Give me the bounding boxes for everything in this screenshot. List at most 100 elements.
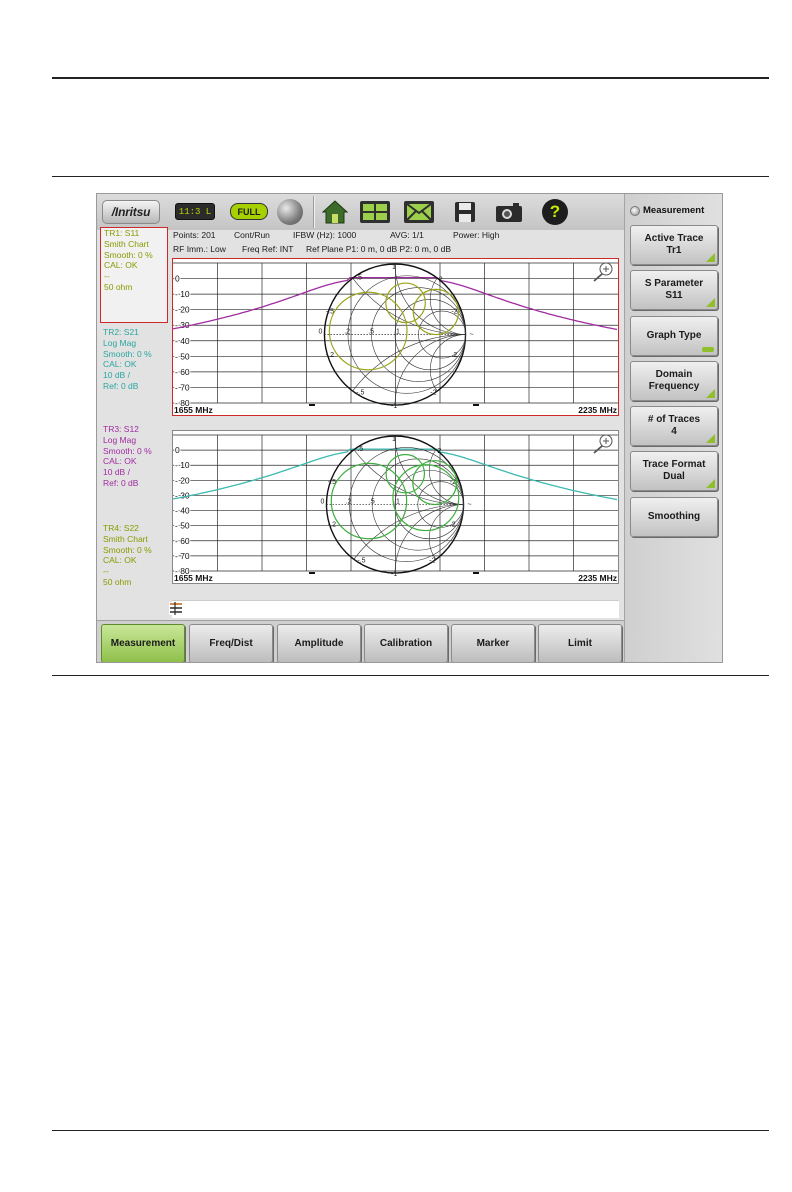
camera-icon[interactable] xyxy=(493,198,525,226)
y-tick-label: - 40 xyxy=(175,506,190,516)
trace-2-format: Log Mag xyxy=(103,337,137,348)
tab-limit[interactable]: Limit xyxy=(538,624,622,662)
layout-icon[interactable] xyxy=(359,198,391,226)
graph-bottom-stop-freq: 2235 MHz xyxy=(578,573,617,583)
trace-3-name: TR3: S12 xyxy=(103,424,139,434)
help-icon[interactable]: ? xyxy=(542,199,568,225)
smith-label: -2 xyxy=(451,308,457,315)
trace-3-scale: 10 dB / xyxy=(103,467,130,478)
y-tick-label: - 60 xyxy=(175,367,190,377)
trace-4-info[interactable]: TR4: S22 Smith Chart Smooth: 0 % CAL: OK… xyxy=(100,523,168,588)
domain-value: Frequency xyxy=(648,381,700,392)
trace-3-info[interactable]: TR3: S12 Log Mag Smooth: 0 % CAL: OK 10 … xyxy=(100,424,168,489)
submenu-corner-icon xyxy=(706,389,715,398)
trace-1-name: TR1: S11 xyxy=(104,228,140,238)
trace-4-name: TR4: S22 xyxy=(103,523,139,533)
menu-title-label: Measurement xyxy=(643,205,705,216)
trace-1-smooth: Smooth: 0 % xyxy=(104,249,153,260)
smith-label: 1 xyxy=(396,499,400,506)
x-axis-tick xyxy=(473,572,479,574)
smith-label: ~ xyxy=(470,332,474,339)
number-of-traces-button[interactable]: # of Traces 4 xyxy=(630,406,718,446)
smith-label: -2 xyxy=(430,390,436,397)
trace-2-ref: Ref: 0 dB xyxy=(103,380,139,391)
trace-format-button[interactable]: Trace Format Dual xyxy=(630,451,718,491)
trace-2-name: TR2: S21 xyxy=(103,327,139,337)
section-rule-bottom xyxy=(52,675,769,676)
trace-3-cal: CAL: OK xyxy=(103,456,137,467)
smith-reactance-arc xyxy=(428,504,464,574)
smoothing-button[interactable]: Smoothing xyxy=(630,497,718,537)
gps-icon[interactable] xyxy=(277,199,303,225)
y-tick-label: - 70 xyxy=(175,551,190,561)
trace-3-format: Log Mag xyxy=(103,434,137,445)
trace-1-scale: -- xyxy=(104,271,110,282)
smith-trace-loop xyxy=(385,282,426,324)
graph-bottom-start-freq: 1655 MHz xyxy=(174,573,213,583)
number-of-traces-value: 4 xyxy=(671,426,677,437)
trace-4-scale: -- xyxy=(103,566,109,577)
graph-info-strip xyxy=(172,600,619,618)
tab-measurement[interactable]: Measurement xyxy=(101,624,185,662)
y-tick-label: - 60 xyxy=(175,536,190,546)
smith-label-top: 1 xyxy=(392,264,396,271)
y-tick-label: 0 xyxy=(175,274,180,284)
smith-label: -.5 xyxy=(357,558,365,565)
instrument-screen: /Inritsu 11:3 L FULL ? Points: 201 Cont/… xyxy=(96,193,723,663)
smith-reactance-arc xyxy=(429,334,466,406)
y-tick-label: - 10 xyxy=(175,460,190,470)
soft-key-panel: Measurement Active Trace Tr1 S Parameter… xyxy=(624,194,722,662)
graph-type-button[interactable]: Graph Type xyxy=(630,316,718,356)
smith-label: .2 xyxy=(346,499,352,506)
trace-4-smooth: Smooth: 0 % xyxy=(103,544,152,555)
s-parameter-button[interactable]: S Parameter S11 xyxy=(630,270,718,310)
trace-4-format: Smith Chart xyxy=(103,533,148,544)
graph-bottom[interactable]: 0- 10- 20- 30- 40- 50- 60- 70- 80 1 -1.5 2-… xyxy=(172,430,619,584)
y-tick-label: - 20 xyxy=(175,305,190,315)
y-tick-label: - 40 xyxy=(175,336,190,346)
main-menu-bar: Measurement Freq/Dist Amplitude Calibrat… xyxy=(97,620,624,662)
s-parameter-value: S11 xyxy=(665,290,683,301)
domain-button[interactable]: Domain Frequency xyxy=(630,361,718,401)
smith-label: .2 xyxy=(451,352,457,359)
y-tick-label: - 50 xyxy=(175,351,190,361)
smith-label: 0 xyxy=(320,499,324,506)
s-parameter-label: S Parameter xyxy=(644,278,704,289)
smith-label-bottom: -1 xyxy=(391,403,397,410)
active-trace-button[interactable]: Active Trace Tr1 xyxy=(630,225,718,265)
more-options-icon xyxy=(702,347,714,352)
status-sweep-mode: Cont/Run xyxy=(234,230,270,240)
trace-2-cal: CAL: OK xyxy=(103,359,137,370)
tab-marker[interactable]: Marker xyxy=(451,624,535,662)
smith-label: -2 xyxy=(429,558,435,565)
status-points: Points: 201 xyxy=(173,230,216,240)
submenu-corner-icon xyxy=(706,434,715,443)
smith-label-top: 1 xyxy=(392,436,396,443)
tab-calibration[interactable]: Calibration xyxy=(364,624,448,662)
smith-label: 2 xyxy=(439,277,443,284)
save-icon[interactable] xyxy=(449,198,481,226)
graph-type-label: Graph Type xyxy=(646,330,702,341)
envelope-icon[interactable] xyxy=(403,198,435,226)
trace-1-info[interactable]: TR1: S11 Smith Chart Smooth: 0 % CAL: OK… xyxy=(100,227,168,323)
footer-rule xyxy=(52,1130,769,1131)
smith-label: -.2 xyxy=(326,352,334,359)
measurement-menu-title: Measurement xyxy=(630,205,704,216)
graph-top[interactable]: 0- 10- 20- 30- 40- 50- 60- 70- 80 1 -1.5 2-… xyxy=(172,258,619,416)
smith-label: .5 xyxy=(356,275,362,282)
marker-table-icon[interactable] xyxy=(169,602,183,615)
smith-label: 2 xyxy=(437,448,441,455)
home-icon[interactable] xyxy=(319,198,351,226)
y-tick-label: - 70 xyxy=(175,382,190,392)
status-averaging: AVG: 1/1 xyxy=(390,230,424,240)
tab-freq-dist[interactable]: Freq/Dist xyxy=(189,624,273,662)
status-rf-immunity: RF Imm.: Low xyxy=(173,244,226,254)
smith-label: 1 xyxy=(396,329,400,336)
tab-amplitude[interactable]: Amplitude xyxy=(277,624,361,662)
x-axis-tick xyxy=(473,404,479,406)
x-axis-tick xyxy=(309,572,315,574)
smith-label: .5 xyxy=(357,446,363,453)
y-tick-label: - 50 xyxy=(175,521,190,531)
trace-1-ref: 50 ohm xyxy=(104,281,133,292)
trace-2-info[interactable]: TR2: S21 Log Mag Smooth: 0 % CAL: OK 10 … xyxy=(100,327,168,392)
